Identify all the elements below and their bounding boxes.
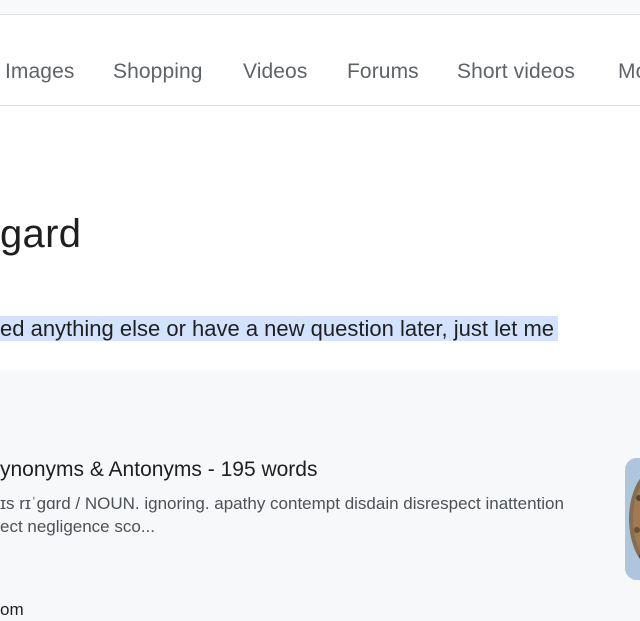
result-snippet-line: ect negligence sco...	[0, 517, 155, 536]
tab-forums[interactable]: Forums	[347, 60, 419, 84]
ai-answer-text: ed anything else or have a new question …	[0, 313, 559, 345]
tab-more[interactable]: Mo	[618, 60, 640, 84]
tab-videos[interactable]: Videos	[243, 60, 307, 84]
search-result-card: ynonyms & Antonyms - 195 words ɪs rɪˈgɑr…	[0, 370, 640, 621]
highlighted-answer-sentence: ed anything else or have a new question …	[0, 316, 559, 341]
ai-overview-heading: gard	[0, 212, 82, 256]
browser-chrome-edge	[0, 0, 640, 15]
result-title-link[interactable]: ynonyms & Antonyms - 195 words	[0, 458, 317, 482]
result-site-name[interactable]: om	[0, 600, 24, 620]
result-thumbnail-image[interactable]	[625, 458, 640, 580]
tab-shopping[interactable]: Shopping	[113, 60, 203, 84]
search-results-page: Images Shopping Videos Forums Short vide…	[0, 0, 640, 621]
thumbnail-image-icon	[625, 458, 640, 580]
result-snippet-line: ɪs rɪˈgɑrd / NOUN. ignoring. apathy cont…	[0, 494, 564, 513]
result-snippet: ɪs rɪˈgɑrd / NOUN. ignoring. apathy cont…	[0, 492, 618, 538]
search-tabs-bar: Images Shopping Videos Forums Short vide…	[0, 15, 640, 106]
tab-images[interactable]: Images	[5, 60, 74, 84]
tab-short-videos[interactable]: Short videos	[457, 60, 575, 84]
